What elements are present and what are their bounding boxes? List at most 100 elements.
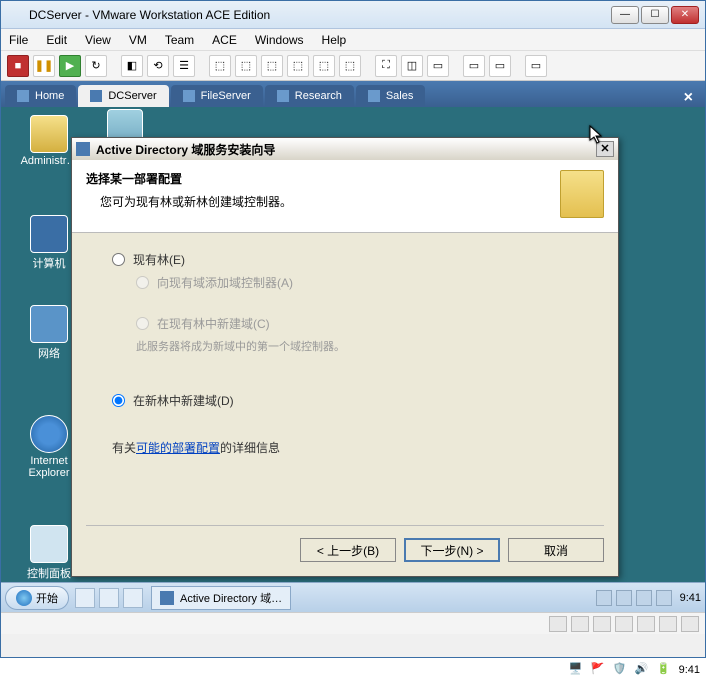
menu-file[interactable]: File (9, 33, 28, 47)
tray-icon-2[interactable] (616, 590, 632, 606)
unity-button[interactable]: ◫ (401, 55, 423, 77)
quick-launch (75, 588, 143, 608)
radio-new-forest-label: 在新林中新建域(D) (133, 392, 234, 409)
host-taskbar-tray: 🖥️ 🚩 🛡️ 🔊 🔋 9:41 (0, 658, 708, 682)
tab-close-button[interactable]: × (676, 89, 701, 107)
status-cd-icon[interactable] (571, 616, 589, 632)
tab-home[interactable]: Home (5, 85, 76, 107)
tab-fileserver-label: FileServer (201, 90, 251, 102)
host-tray-volume-icon[interactable]: 🔊 (635, 662, 651, 678)
host-tray-battery-icon[interactable]: 🔋 (657, 662, 673, 678)
tab-research[interactable]: Research (265, 85, 354, 107)
tool-button-6[interactable]: ⬚ (339, 55, 361, 77)
cancel-button[interactable]: 取消 (508, 538, 604, 562)
taskbar-item-adwizard[interactable]: Active Directory 域… (151, 586, 291, 610)
network-icon (30, 305, 68, 343)
host-tray-flag-icon[interactable]: 🚩 (591, 662, 607, 678)
tool-button-2[interactable]: ⬚ (235, 55, 257, 77)
radio-new-forest[interactable] (112, 394, 125, 407)
status-floppy-icon[interactable] (593, 616, 611, 632)
tray-network-icon[interactable] (636, 590, 652, 606)
poweron-button[interactable]: ▶ (59, 55, 81, 77)
guest-taskbar: 开始 Active Directory 域… 9:41 (1, 582, 705, 612)
start-label: 开始 (36, 590, 58, 606)
tool-button-1[interactable]: ⬚ (209, 55, 231, 77)
home-icon (17, 90, 29, 102)
wizard-book-icon (560, 170, 604, 218)
more-info-link[interactable]: 可能的部署配置 (136, 441, 220, 455)
maximize-button[interactable]: ☐ (641, 6, 669, 24)
dialog-close-button[interactable]: ✕ (596, 141, 614, 157)
host-tray-clock[interactable]: 9:41 (679, 664, 700, 676)
tool-button-5[interactable]: ⬚ (313, 55, 335, 77)
status-hdd-icon[interactable] (549, 616, 567, 632)
radio-add-dc-label: 向现有域添加域控制器(A) (157, 274, 293, 291)
back-button[interactable]: < 上一步(B) (300, 538, 396, 562)
dialog-subheading: 您可为现有林或新林创建域控制器。 (100, 193, 292, 210)
tray-clock[interactable]: 9:41 (680, 592, 701, 604)
dialog-body: 现有林(E) 向现有域添加域控制器(A) 在现有林中新建域(C) 此服务器将成为… (72, 233, 618, 466)
reset-button[interactable]: ↻ (85, 55, 107, 77)
next-button[interactable]: 下一步(N) > (404, 538, 500, 562)
view-button-1[interactable]: ▭ (427, 55, 449, 77)
menu-windows[interactable]: Windows (255, 33, 304, 47)
poweroff-button[interactable]: ■ (7, 55, 29, 77)
vm-icon (368, 90, 380, 102)
radio-add-dc (136, 276, 149, 289)
tab-sales[interactable]: Sales (356, 85, 426, 107)
radio-existing-forest-label: 现有林(E) (133, 251, 185, 268)
view-button-4[interactable]: ▭ (525, 55, 547, 77)
vmw-menubar: File Edit View VM Team ACE Windows Help (1, 29, 705, 51)
close-button[interactable]: ✕ (671, 6, 699, 24)
host-tray-shield-icon[interactable]: 🛡️ (613, 662, 629, 678)
menu-ace[interactable]: ACE (212, 33, 237, 47)
radio-existing-forest[interactable] (112, 253, 125, 266)
suspend-button[interactable]: ❚❚ (33, 55, 55, 77)
tab-dcserver[interactable]: DCServer (78, 85, 168, 107)
ql-showdesktop-icon[interactable] (75, 588, 95, 608)
vmw-app-icon (7, 7, 23, 23)
vm-icon (277, 90, 289, 102)
snapshot-mgr-button[interactable]: ☰ (173, 55, 195, 77)
tray-volume-icon[interactable] (656, 590, 672, 606)
tab-dcserver-label: DCServer (108, 90, 156, 102)
start-button[interactable]: 开始 (5, 586, 69, 610)
menu-team[interactable]: Team (165, 33, 194, 47)
computer-icon (30, 215, 68, 253)
tool-button-4[interactable]: ⬚ (287, 55, 309, 77)
guest-desktop[interactable]: Administr… 计算机 网络 Internet Explorer 控制面板… (1, 107, 705, 612)
host-tray-monitor-icon[interactable]: 🖥️ (569, 662, 585, 678)
menu-edit[interactable]: Edit (46, 33, 67, 47)
menu-help[interactable]: Help (322, 33, 347, 47)
view-button-2[interactable]: ▭ (463, 55, 485, 77)
vmw-tabbar: Home DCServer FileServer Research Sales … (1, 81, 705, 107)
dialog-button-row: < 上一步(B) 下一步(N) > 取消 (86, 525, 604, 562)
revert-button[interactable]: ⟲ (147, 55, 169, 77)
minimize-button[interactable]: — (611, 6, 639, 24)
status-sound-icon[interactable] (659, 616, 677, 632)
ql-explorer-icon[interactable] (99, 588, 119, 608)
dialog-titlebar[interactable]: Active Directory 域服务安装向导 ✕ (72, 138, 618, 160)
folder-icon (30, 115, 68, 153)
controlpanel-icon (30, 525, 68, 563)
radio-new-domain-existing (136, 317, 149, 330)
status-lock-icon[interactable] (681, 616, 699, 632)
menu-vm[interactable]: VM (129, 33, 147, 47)
status-usb-icon[interactable] (637, 616, 655, 632)
ad-icon (160, 591, 174, 605)
ad-wizard-dialog: Active Directory 域服务安装向导 ✕ 选择某一部署配置 您可为现… (71, 137, 619, 577)
snapshot-button[interactable]: ◧ (121, 55, 143, 77)
status-net-icon[interactable] (615, 616, 633, 632)
ql-ie-icon[interactable] (123, 588, 143, 608)
taskbar-item-label: Active Directory 域… (180, 590, 282, 606)
radio-new-domain-existing-label: 在现有林中新建域(C) (157, 315, 270, 332)
menu-view[interactable]: View (85, 33, 111, 47)
tray-icon-1[interactable] (596, 590, 612, 606)
tab-home-label: Home (35, 90, 64, 102)
tab-fileserver[interactable]: FileServer (171, 85, 263, 107)
tab-sales-label: Sales (386, 90, 414, 102)
vmw-title-text: DCServer - VMware Workstation ACE Editio… (29, 8, 611, 22)
tool-button-3[interactable]: ⬚ (261, 55, 283, 77)
view-button-3[interactable]: ▭ (489, 55, 511, 77)
fullscreen-button[interactable]: ⛶ (375, 55, 397, 77)
